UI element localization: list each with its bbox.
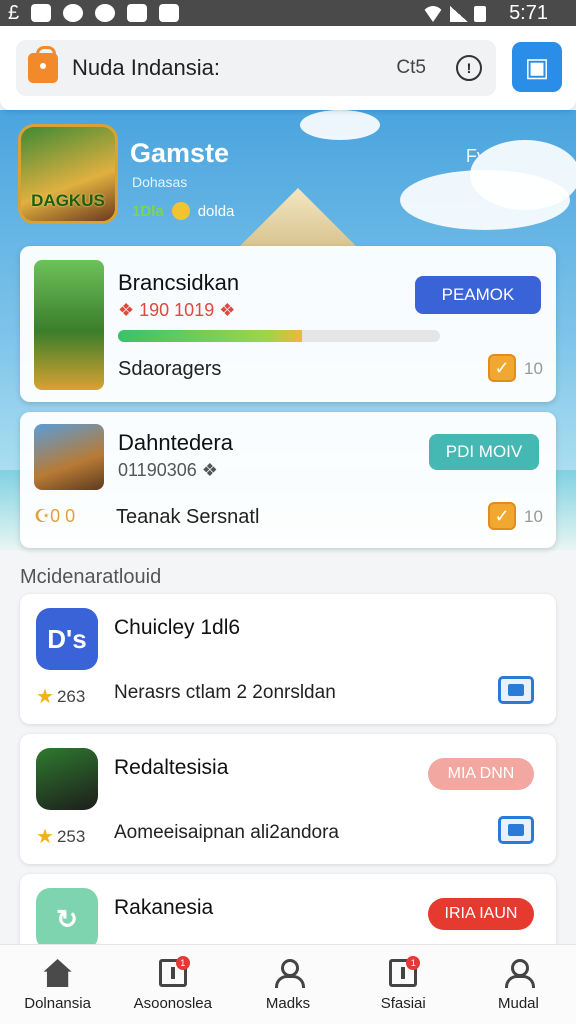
app-description: Nerasrs ctlam 2 2onrsldan (114, 682, 336, 703)
shopping-bag-icon (28, 46, 58, 83)
app-action-pill[interactable]: MIA DNN (428, 758, 534, 790)
notification-icons: £ (8, 1, 180, 24)
featured-label: Sdaoragers (118, 358, 222, 380)
app-icon: D's (36, 608, 98, 670)
featured-action-button[interactable]: PDI MOIV (429, 434, 539, 470)
rating-value: 263 (56, 686, 86, 706)
featured-title: Dahntedera (118, 430, 233, 455)
battery-icon (474, 6, 486, 22)
refresh-icon: ↻ (56, 903, 78, 934)
check-icon[interactable]: ✓ (488, 502, 516, 530)
game-stat-green: 1Dla (132, 202, 164, 220)
nav-item-profile[interactable]: Mudal (461, 945, 576, 1024)
wifi-icon (422, 6, 444, 22)
star-icon: ★ (36, 686, 54, 708)
status-bar: £ 5:71 (0, 0, 576, 26)
nav-label: Mudal (497, 995, 539, 1012)
featured-title: Brancsidkan (118, 270, 240, 295)
home-icon (43, 959, 72, 987)
coin-icon (171, 202, 190, 220)
ticket-icon[interactable] (498, 816, 534, 844)
notification-badge: 1 (406, 956, 421, 970)
nav-label: Sfasiai (380, 995, 426, 1012)
star-icon: ★ (36, 826, 54, 848)
featured-code: ❖ 190 1019 ❖ (118, 300, 236, 320)
section-title: Mcidenaratlouid (20, 566, 162, 588)
rating-value: 253 (56, 826, 86, 846)
featured-card[interactable]: Brancsidkan ❖ 190 1019 ❖ Sdaoragers PEAM… (20, 246, 556, 402)
document-icon: 1 (389, 956, 421, 987)
notification-icon (63, 4, 84, 22)
nav-label: Madks (265, 995, 311, 1012)
game-logo: DAGKUS (18, 124, 118, 224)
search-text: Nuda Indansia: (72, 55, 220, 80)
mail-icon (127, 4, 148, 22)
featured-count: 10 (524, 359, 543, 378)
ticket-icon[interactable] (498, 676, 534, 704)
banner-right-text: Fyanobodo (465, 146, 556, 166)
app-rating: ★ 253 (36, 824, 85, 849)
cart-button[interactable]: ▣ (512, 42, 562, 92)
user-icon (504, 959, 536, 988)
app-icon (36, 748, 98, 810)
system-icons (422, 4, 486, 22)
nav-item-fourth[interactable]: 1 Sfasiai (346, 945, 461, 1024)
app-icon-text: D's (47, 623, 87, 654)
featured-card[interactable]: Dahntedera 01190306 ❖ ☪0 0 Teanak Sersna… (20, 412, 556, 548)
app-icon: ↻ (36, 888, 98, 950)
app-name: Redaltesisia (114, 756, 229, 779)
game-logo-text: DAGKUS (31, 191, 105, 210)
search-input[interactable]: Nuda Indansia: Ct5 ! (16, 40, 496, 96)
game-stats: 1Dla dolda (132, 202, 234, 220)
notification-icon (31, 4, 52, 22)
notification-badge: 1 (175, 956, 190, 970)
info-icon[interactable]: ! (456, 55, 482, 81)
app-name: Rakanesia (114, 896, 214, 919)
search-meta: Ct5 (396, 57, 426, 78)
clock: 5:71 (509, 2, 548, 24)
list-item[interactable]: Redaltesisia MIA DNN ★ 253 Aomeeisaipnan … (20, 734, 556, 864)
app-rating: ★ 263 (36, 684, 85, 709)
cloud-decoration (300, 110, 380, 140)
status-left-text: £ (8, 1, 20, 24)
featured-action-button[interactable]: PEAMOK (415, 276, 541, 314)
featured-count: 10 (524, 507, 543, 526)
game-subtitle: Dohasas (132, 174, 188, 190)
notification-icon (95, 4, 116, 22)
user-icon (274, 959, 305, 988)
progress-fill (118, 330, 302, 342)
nav-label: Asoonoslea (133, 995, 212, 1012)
nav-item-second[interactable]: 1 Asoonoslea (115, 945, 230, 1024)
nav-item-third[interactable]: Madks (230, 945, 345, 1024)
featured-label: Teanak Sersnatl (116, 506, 260, 528)
game-stat-text: dolda (197, 202, 235, 220)
hut-decoration (238, 188, 358, 248)
app-name: Chuicley 1dl6 (114, 616, 241, 639)
signal-icon (450, 6, 468, 22)
info-glyph: ! (466, 60, 472, 76)
featured-code: 01190306 ❖ (118, 460, 218, 480)
search-header: Nuda Indansia: Ct5 ! ▣ (0, 26, 576, 110)
game-thumbnail (34, 424, 104, 490)
app-description: Aomeeisaipnan ali2andora (114, 822, 339, 843)
nav-label: Dolnansia (24, 995, 91, 1012)
game-thumbnail (34, 260, 104, 390)
app-action-pill[interactable]: IRIA IAUN (428, 898, 534, 930)
featured-prefix: ☪0 0 (34, 506, 76, 526)
cart-icon: ▣ (524, 51, 550, 82)
document-icon: 1 (158, 956, 190, 987)
list-item[interactable]: D's Chuicley 1dl6 ★ 263 Nerasrs ctlam 2 2… (20, 594, 556, 724)
message-icon (159, 4, 180, 22)
game-title: Gamste (130, 138, 230, 168)
nav-item-home[interactable]: Dolnansia (0, 945, 115, 1024)
bottom-nav: Dolnansia 1 Asoonoslea Madks 1 Sfasiai M… (0, 944, 576, 1024)
progress-bar (118, 330, 440, 342)
check-icon[interactable]: ✓ (488, 354, 516, 382)
